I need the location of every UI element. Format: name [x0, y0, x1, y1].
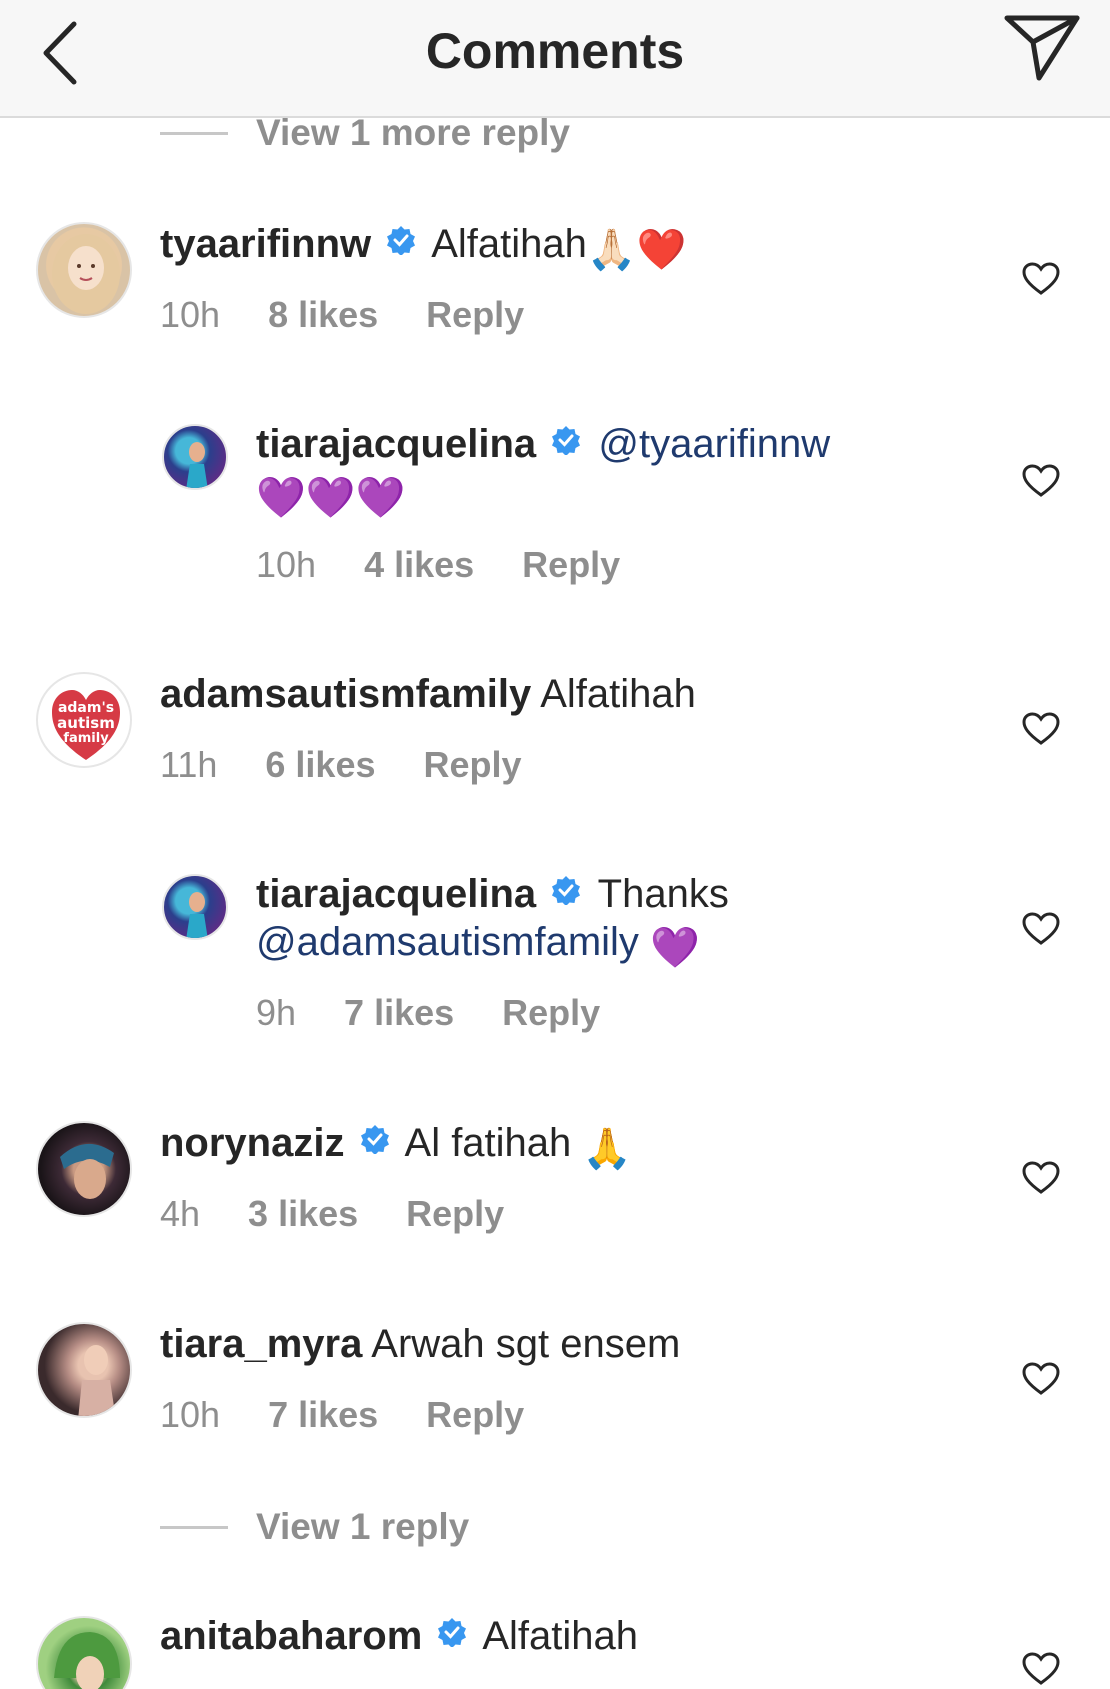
reply-button[interactable]: Reply: [424, 744, 522, 786]
likes-count[interactable]: 7 likes: [268, 1394, 378, 1436]
username-link[interactable]: tyaarifinnw: [160, 222, 371, 266]
likes-count[interactable]: 8 likes: [268, 294, 378, 336]
username-link[interactable]: adamsautismfamily: [160, 672, 531, 716]
comment-body: Alfatihah: [431, 222, 587, 266]
verified-badge-icon: [552, 876, 581, 905]
divider-line: [160, 131, 228, 135]
comment-text: anitabaharom Alfatihah: [160, 1612, 638, 1660]
timestamp: 10h: [256, 544, 317, 585]
comment-body: Thanks: [597, 872, 729, 916]
reply-button[interactable]: Reply: [502, 992, 600, 1034]
adams-autism-family-logo: adam's autism family: [52, 690, 120, 760]
reply-button[interactable]: Reply: [522, 544, 620, 586]
username-link[interactable]: norynaziz: [160, 1121, 344, 1165]
heart-icon[interactable]: [1022, 1362, 1060, 1396]
timestamp: 10h: [160, 1394, 221, 1435]
username-link[interactable]: tiara_myra: [160, 1322, 362, 1366]
avatar-portrait-icon: [186, 442, 208, 488]
timestamp: 9h: [256, 992, 297, 1033]
view-replies-link[interactable]: View 1 reply: [160, 1506, 469, 1548]
avatar-portrait-icon: [186, 892, 208, 938]
username-link[interactable]: tiarajacquelina: [256, 872, 536, 916]
reply-button[interactable]: Reply: [426, 294, 524, 336]
avatar[interactable]: [162, 874, 228, 940]
view-more-replies-label: View 1 more reply: [256, 112, 570, 153]
avatar[interactable]: adam's autism family: [36, 672, 132, 768]
comment-meta: 11h 6 likes Reply: [160, 744, 522, 786]
heart-icon[interactable]: [1022, 262, 1060, 296]
comment-body: Al fatihah: [404, 1121, 572, 1165]
heart-icon[interactable]: [1022, 1652, 1060, 1686]
svg-text:family: family: [63, 731, 109, 746]
heart-icon[interactable]: [1022, 464, 1060, 498]
verified-badge-icon: [438, 1618, 467, 1647]
view-more-replies-link[interactable]: View 1 more reply: [160, 112, 570, 154]
comment-text: tyaarifinnw Alfatihah🙏🏻❤️: [160, 220, 686, 274]
comment-meta: 10h 7 likes Reply: [160, 1394, 524, 1436]
username-link[interactable]: anitabaharom: [160, 1614, 422, 1658]
reply-button[interactable]: Reply: [406, 1193, 504, 1235]
view-replies-label: View 1 reply: [256, 1506, 470, 1547]
svg-text:autism: autism: [57, 714, 115, 732]
likes-count[interactable]: 3 likes: [248, 1193, 358, 1235]
divider-line: [160, 1525, 228, 1529]
comment-body: Alfatihah: [540, 672, 696, 716]
mention-link[interactable]: @adamsautismfamily: [256, 920, 639, 964]
comment-meta: 10h 4 likes Reply: [256, 544, 620, 586]
avatar-portrait-icon: [54, 1632, 120, 1689]
avatar[interactable]: [162, 424, 228, 490]
avatar-portrait-icon: [60, 1143, 114, 1199]
avatar-portrait-icon: [78, 1345, 116, 1416]
heart-icon[interactable]: [1022, 912, 1060, 946]
username-link[interactable]: tiarajacquelina: [256, 422, 536, 466]
timestamp: 11h: [160, 744, 218, 785]
likes-count[interactable]: 4 likes: [364, 544, 474, 586]
comments-header: Comments: [0, 0, 1110, 118]
verified-badge-icon: [360, 1125, 389, 1154]
comment-meta: 4h 3 likes Reply: [160, 1193, 504, 1235]
avatar[interactable]: [36, 1121, 132, 1217]
avatar[interactable]: [36, 1616, 132, 1689]
comment-meta: 10h 8 likes Reply: [160, 294, 524, 336]
emoji-text: 💜: [650, 926, 700, 970]
reply-button[interactable]: Reply: [426, 1394, 524, 1436]
emoji-text: 🙏: [582, 1127, 633, 1171]
paper-plane-icon[interactable]: [1003, 12, 1083, 84]
timestamp: 10h: [160, 294, 221, 335]
verified-badge-icon: [387, 226, 416, 255]
comment-text: tiarajacquelina @tyaarifinnw 💜💜💜: [256, 420, 956, 522]
comment-text: tiarajacquelina Thanks @adamsautismfamil…: [256, 870, 816, 972]
mention-link[interactable]: @tyaarifinnw: [598, 422, 830, 466]
avatar[interactable]: [36, 1322, 132, 1418]
verified-badge-icon: [552, 426, 581, 455]
comment-body: Arwah sgt ensem: [371, 1322, 681, 1366]
emoji-text: 🙏🏻❤️: [586, 228, 687, 272]
comment-text: tiara_myra Arwah sgt ensem: [160, 1320, 680, 1368]
heart-icon[interactable]: [1022, 1161, 1060, 1195]
emoji-text: 💜💜💜: [256, 476, 406, 520]
timestamp: 4h: [160, 1193, 201, 1234]
heart-icon[interactable]: [1022, 712, 1060, 746]
avatar[interactable]: [36, 222, 132, 318]
avatar-portrait-icon: [52, 234, 120, 314]
page-title: Comments: [425, 23, 685, 79]
likes-count[interactable]: 7 likes: [344, 992, 454, 1034]
comment-text: norynaziz Al fatihah 🙏: [160, 1119, 632, 1173]
likes-count[interactable]: 6 likes: [265, 744, 375, 786]
comment-meta: 9h 7 likes Reply: [256, 992, 600, 1034]
comment-body: Alfatihah: [482, 1614, 638, 1658]
comment-text: adamsautismfamily Alfatihah: [160, 670, 696, 718]
